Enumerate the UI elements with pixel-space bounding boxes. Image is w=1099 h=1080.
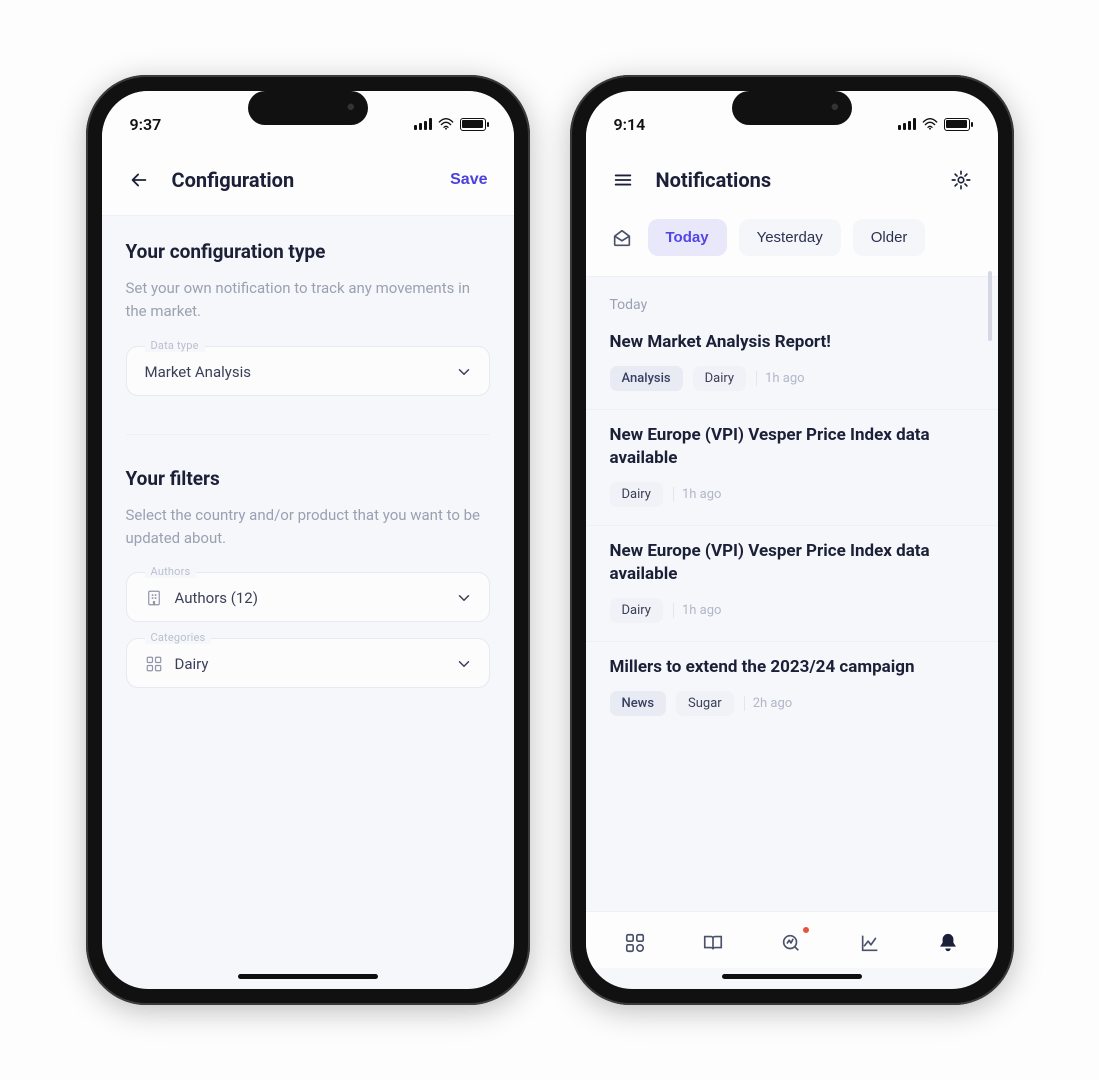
data-type-select[interactable]: Data type Market Analysis: [126, 346, 490, 396]
notification-item[interactable]: New Market Analysis Report! Analysis Dai…: [586, 317, 998, 410]
chevron-down-icon: [455, 655, 473, 673]
menu-button[interactable]: [608, 165, 638, 195]
menu-icon: [612, 169, 634, 191]
battery-icon: [944, 118, 970, 131]
inbox-icon-button[interactable]: [608, 224, 636, 252]
device-notch: [248, 91, 368, 125]
analysis-search-icon: [780, 932, 802, 954]
tag-dairy: Dairy: [610, 598, 663, 623]
field-value-data-type: Market Analysis: [145, 363, 251, 381]
tag-dairy: Dairy: [693, 366, 746, 391]
signal-icon: [898, 118, 916, 130]
status-time: 9:37: [130, 115, 162, 134]
book-open-icon: [702, 932, 724, 954]
home-indicator: [238, 974, 378, 979]
notification-title: New Europe (VPI) Vesper Price Index data…: [610, 424, 974, 470]
signal-icon: [414, 118, 432, 130]
grid-icon: [145, 655, 163, 673]
notification-title: New Europe (VPI) Vesper Price Index data…: [610, 540, 974, 586]
notification-list[interactable]: Today New Market Analysis Report! Analys…: [586, 277, 998, 911]
battery-icon: [460, 118, 486, 131]
authors-select[interactable]: Authors Authors (12): [126, 572, 490, 622]
tab-analysis[interactable]: [774, 926, 808, 960]
section-desc-filters: Select the country and/or product that y…: [126, 504, 490, 551]
chart-line-icon: [859, 932, 881, 954]
envelope-open-icon: [611, 227, 633, 249]
status-icons: [898, 118, 970, 131]
section-title-config-type: Your configuration type: [126, 240, 490, 263]
chip-today[interactable]: Today: [648, 219, 727, 256]
settings-button[interactable]: [946, 165, 976, 195]
status-icons: [414, 118, 486, 131]
wifi-icon: [922, 118, 938, 130]
tag-analysis: Analysis: [610, 366, 683, 391]
field-value-categories: Dairy: [175, 655, 209, 673]
section-title-filters: Your filters: [126, 467, 490, 490]
field-label-categories: Categories: [145, 631, 212, 644]
phone-mockup-right: 9:14 Notifications Today Yes: [570, 75, 1014, 1005]
badge-dot: [802, 926, 810, 934]
section-divider: [126, 434, 490, 435]
notification-item[interactable]: New Europe (VPI) Vesper Price Index data…: [586, 526, 998, 642]
notification-time: 2h ago: [744, 696, 792, 711]
notification-time: 1h ago: [673, 603, 721, 618]
notification-title: New Market Analysis Report!: [610, 331, 974, 354]
dashboard-icon: [624, 932, 646, 954]
page-title: Notifications: [656, 168, 772, 192]
tag-news: News: [610, 691, 667, 716]
field-label-authors: Authors: [145, 565, 197, 578]
arrow-left-icon: [128, 169, 150, 191]
tag-sugar: Sugar: [676, 691, 734, 716]
field-value-authors: Authors (12): [175, 589, 258, 607]
notification-time: 1h ago: [756, 371, 804, 386]
chip-yesterday[interactable]: Yesterday: [739, 219, 841, 256]
notification-item[interactable]: New Europe (VPI) Vesper Price Index data…: [586, 410, 998, 526]
app-header: Notifications: [586, 147, 998, 213]
chevron-down-icon: [455, 363, 473, 381]
tab-library[interactable]: [696, 926, 730, 960]
notification-title: Millers to extend the 2023/24 campaign: [610, 656, 974, 679]
wifi-icon: [438, 118, 454, 130]
tab-notifications[interactable]: [931, 926, 965, 960]
field-label-data-type: Data type: [145, 339, 205, 352]
tag-dairy: Dairy: [610, 482, 663, 507]
back-button[interactable]: [124, 165, 154, 195]
chevron-down-icon: [455, 589, 473, 607]
device-notch: [732, 91, 852, 125]
tab-bar: [586, 911, 998, 968]
categories-select[interactable]: Categories Dairy: [126, 638, 490, 688]
save-button[interactable]: Save: [446, 165, 491, 195]
phone-mockup-left: 9:37 Configuration Save Your configurati…: [86, 75, 530, 1005]
section-desc-config-type: Set your own notification to track any m…: [126, 277, 490, 324]
tab-charts[interactable]: [853, 926, 887, 960]
filter-row: Today Yesterday Older: [586, 213, 998, 277]
notification-item[interactable]: Millers to extend the 2023/24 campaign N…: [586, 642, 998, 734]
screen-configuration: 9:37 Configuration Save Your configurati…: [102, 91, 514, 989]
home-indicator: [722, 974, 862, 979]
chip-older[interactable]: Older: [853, 219, 926, 256]
scrollbar[interactable]: [988, 271, 992, 341]
gear-icon: [950, 169, 972, 191]
building-icon: [145, 589, 163, 607]
app-header: Configuration Save: [102, 147, 514, 216]
screen-notifications: 9:14 Notifications Today Yes: [586, 91, 998, 989]
bell-icon: [937, 932, 959, 954]
page-title: Configuration: [172, 168, 295, 192]
notification-time: 1h ago: [673, 487, 721, 502]
group-heading-today: Today: [586, 277, 998, 317]
status-time: 9:14: [614, 115, 646, 134]
tab-dashboard[interactable]: [618, 926, 652, 960]
